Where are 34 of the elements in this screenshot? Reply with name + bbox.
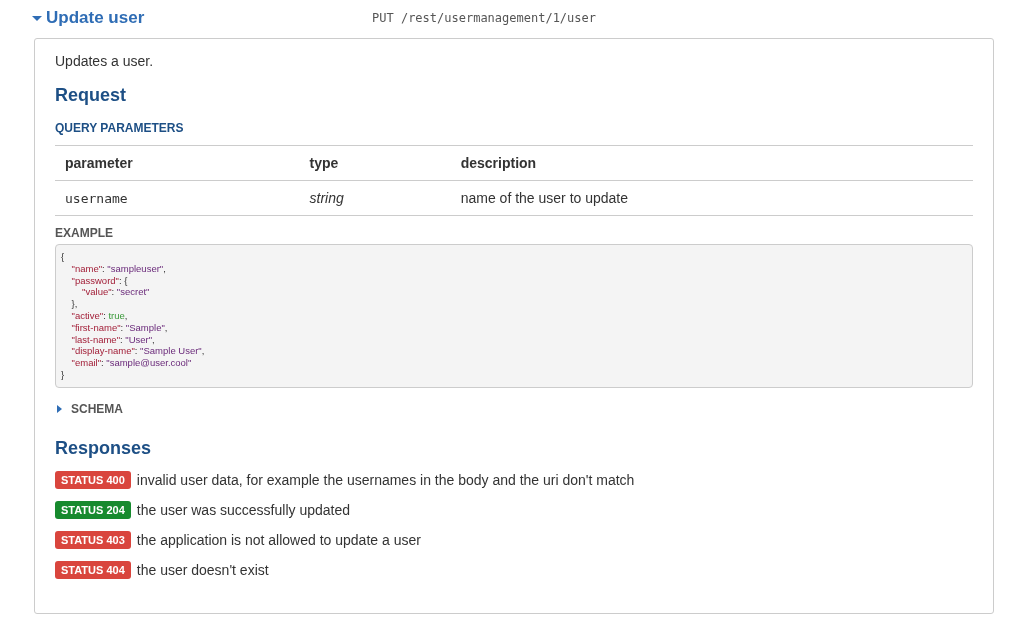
status-badge: STATUS 403	[55, 530, 131, 549]
code-line: "last-name": "User",	[70, 333, 155, 346]
code-line: "password": {	[70, 274, 128, 287]
table-cell: name of the user to update	[450, 180, 973, 216]
subsection-heading: QUERY PARAMETERS	[55, 121, 184, 135]
code-line: {	[61, 251, 65, 263]
column-header: parameter	[55, 145, 300, 181]
response-description: the application is not allowed to update a user	[136, 531, 421, 548]
section-heading: Responses	[55, 437, 153, 459]
code-line: }	[61, 368, 65, 381]
subsection-heading: EXAMPLE	[55, 226, 113, 240]
code-line: "first-name": "Sample",	[70, 321, 168, 334]
status-badge: STATUS 204	[55, 500, 131, 519]
code-line: "name": "sampleuser",	[70, 262, 166, 275]
caret-icon[interactable]	[32, 13, 42, 23]
column-header: description	[450, 145, 973, 181]
endpoint-title[interactable]: Update user	[46, 8, 145, 28]
response-description: the user was successfully updated	[136, 501, 350, 518]
code-line: "email": "sample@user.cool"	[70, 357, 192, 369]
status-badge: STATUS 400	[55, 470, 131, 489]
schema-toggle[interactable]: SCHEMA	[71, 401, 123, 416]
response-description: invalid user data, for example the usernames in the body and the uri don't match	[136, 471, 635, 488]
column-header: type	[299, 145, 451, 181]
code-line: "display-name": "Sample User",	[70, 345, 205, 358]
table-cell: username	[55, 180, 300, 216]
code-line: },	[70, 298, 78, 310]
response-description: the user doesn't exist	[136, 561, 269, 578]
table-cell: string	[299, 180, 451, 216]
code-line: "active": true,	[70, 310, 128, 322]
status-badge: STATUS 404	[55, 560, 131, 579]
code-line: "value": "secret"	[81, 286, 150, 299]
description: Updates a user.	[55, 53, 155, 69]
section-heading: Request	[55, 85, 127, 106]
endpoint-path: PUT /rest/usermanagement/1/user	[372, 11, 596, 25]
